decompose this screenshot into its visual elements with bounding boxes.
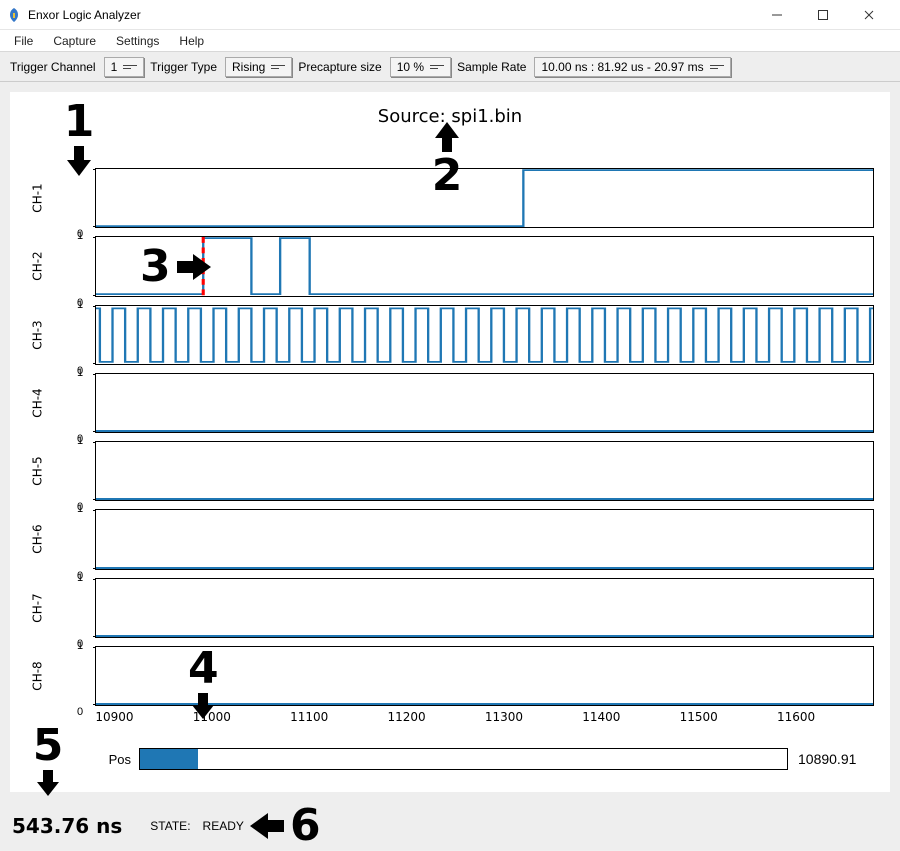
channel-1-plot: [95, 168, 874, 228]
position-slider[interactable]: [139, 748, 788, 770]
menu-capture[interactable]: Capture: [43, 32, 106, 50]
channel-5-strip: CH-5 10: [65, 437, 874, 505]
channel-3-strip: CH-3 1 0: [65, 301, 874, 369]
x-axis: 10900 11000 11100 11200 11300 11400 11500 11600: [95, 710, 874, 732]
channel-4-label: CH-4: [31, 388, 45, 417]
channel-8-plot: [95, 646, 874, 706]
source-title: Source: spi1.bin: [10, 106, 890, 127]
menu-help[interactable]: Help: [169, 32, 214, 50]
channel-3-label: CH-3: [31, 320, 45, 349]
channel-6-strip: CH-6 10: [65, 505, 874, 573]
x-tick: 11000: [193, 710, 231, 724]
window-title: Enxor Logic Analyzer: [28, 8, 141, 22]
window-close-button[interactable]: [846, 0, 892, 30]
channel-4-plot: [95, 373, 874, 433]
sample-rate-label: Sample Rate: [457, 60, 526, 74]
channel-5-plot: [95, 441, 874, 501]
dropdown-icon: [271, 65, 285, 69]
channel-3-plot: [95, 305, 874, 365]
menu-settings[interactable]: Settings: [106, 32, 169, 50]
channel-7-label: CH-7: [31, 593, 45, 622]
app-icon: [6, 7, 22, 23]
channel-6-label: CH-6: [31, 525, 45, 554]
menubar: File Capture Settings Help: [0, 30, 900, 52]
x-tick: 11500: [680, 710, 718, 724]
precapture-value: 10 %: [397, 60, 424, 74]
statusbar: 543.76 ns STATE: READY 6: [0, 802, 900, 850]
annotation-6: 6: [250, 804, 321, 848]
x-tick: 10900: [95, 710, 133, 724]
maximize-icon: [817, 9, 829, 21]
trigger-channel-label: Trigger Channel: [10, 60, 96, 74]
channel-1-label: CH-1: [31, 183, 45, 212]
channel-7-strip: CH-7 10: [65, 574, 874, 642]
toolbar: Trigger Channel 1 Trigger Type Rising Pr…: [0, 52, 900, 82]
channel-8-strip: CH-8 10: [65, 642, 874, 710]
state-label: STATE:: [150, 819, 190, 833]
trigger-type-label: Trigger Type: [150, 60, 217, 74]
window-minimize-button[interactable]: [754, 0, 800, 30]
channel-4-strip: CH-4 10: [65, 369, 874, 437]
position-label: Pos: [95, 752, 139, 767]
x-tick: 11400: [582, 710, 620, 724]
ytick-1: 1: [77, 162, 83, 174]
titlebar: Enxor Logic Analyzer: [0, 0, 900, 30]
channel-6-plot: [95, 509, 874, 569]
sample-rate-value: 10.00 ns : 81.92 us - 20.97 ms: [541, 60, 703, 74]
menu-file[interactable]: File: [4, 32, 43, 50]
trigger-channel-value: 1: [111, 60, 118, 74]
channel-5-label: CH-5: [31, 456, 45, 485]
close-icon: [863, 9, 875, 21]
trigger-channel-select[interactable]: 1: [104, 57, 145, 77]
minimize-icon: [771, 9, 783, 21]
trigger-type-select[interactable]: Rising: [225, 57, 292, 77]
x-tick: 11200: [388, 710, 426, 724]
channel-2-label: CH-2: [31, 252, 45, 281]
sample-rate-select[interactable]: 10.00 ns : 81.92 us - 20.97 ms: [534, 57, 730, 77]
channel-7-plot: [95, 578, 874, 638]
state-value: READY: [203, 819, 244, 833]
channel-2-strip: CH-2 1 0: [65, 232, 874, 300]
channel-1-strip: CH-1 1 0: [65, 164, 874, 232]
chart-canvas: Source: spi1.bin CH-1 1 0 CH-2 1 0: [10, 92, 890, 792]
position-row: Pos 10890.91: [95, 746, 874, 772]
dropdown-icon: [710, 65, 724, 69]
channel-8-label: CH-8: [31, 661, 45, 690]
precapture-label: Precapture size: [298, 60, 381, 74]
x-tick: 11600: [777, 710, 815, 724]
dropdown-icon: [430, 65, 444, 69]
position-value: 10890.91: [788, 751, 874, 767]
ytick-1: 1: [77, 299, 83, 311]
dropdown-icon: [123, 65, 137, 69]
x-tick: 11300: [485, 710, 523, 724]
annotation-5: 5: [32, 724, 64, 798]
precapture-select[interactable]: 10 %: [390, 57, 451, 77]
trigger-type-value: Rising: [232, 60, 265, 74]
window-maximize-button[interactable]: [800, 0, 846, 30]
content-area: Source: spi1.bin CH-1 1 0 CH-2 1 0: [0, 82, 900, 802]
arrow-down-icon: [32, 768, 64, 798]
channel-2-plot: [95, 236, 874, 296]
cursor-time: 543.76 ns: [12, 814, 122, 838]
position-thumb[interactable]: [140, 749, 198, 769]
x-tick: 11100: [290, 710, 328, 724]
channel-strip-area[interactable]: CH-1 1 0 CH-2 1 0: [65, 164, 874, 710]
arrow-left-icon: [250, 811, 286, 841]
ytick-1: 1: [77, 230, 83, 242]
